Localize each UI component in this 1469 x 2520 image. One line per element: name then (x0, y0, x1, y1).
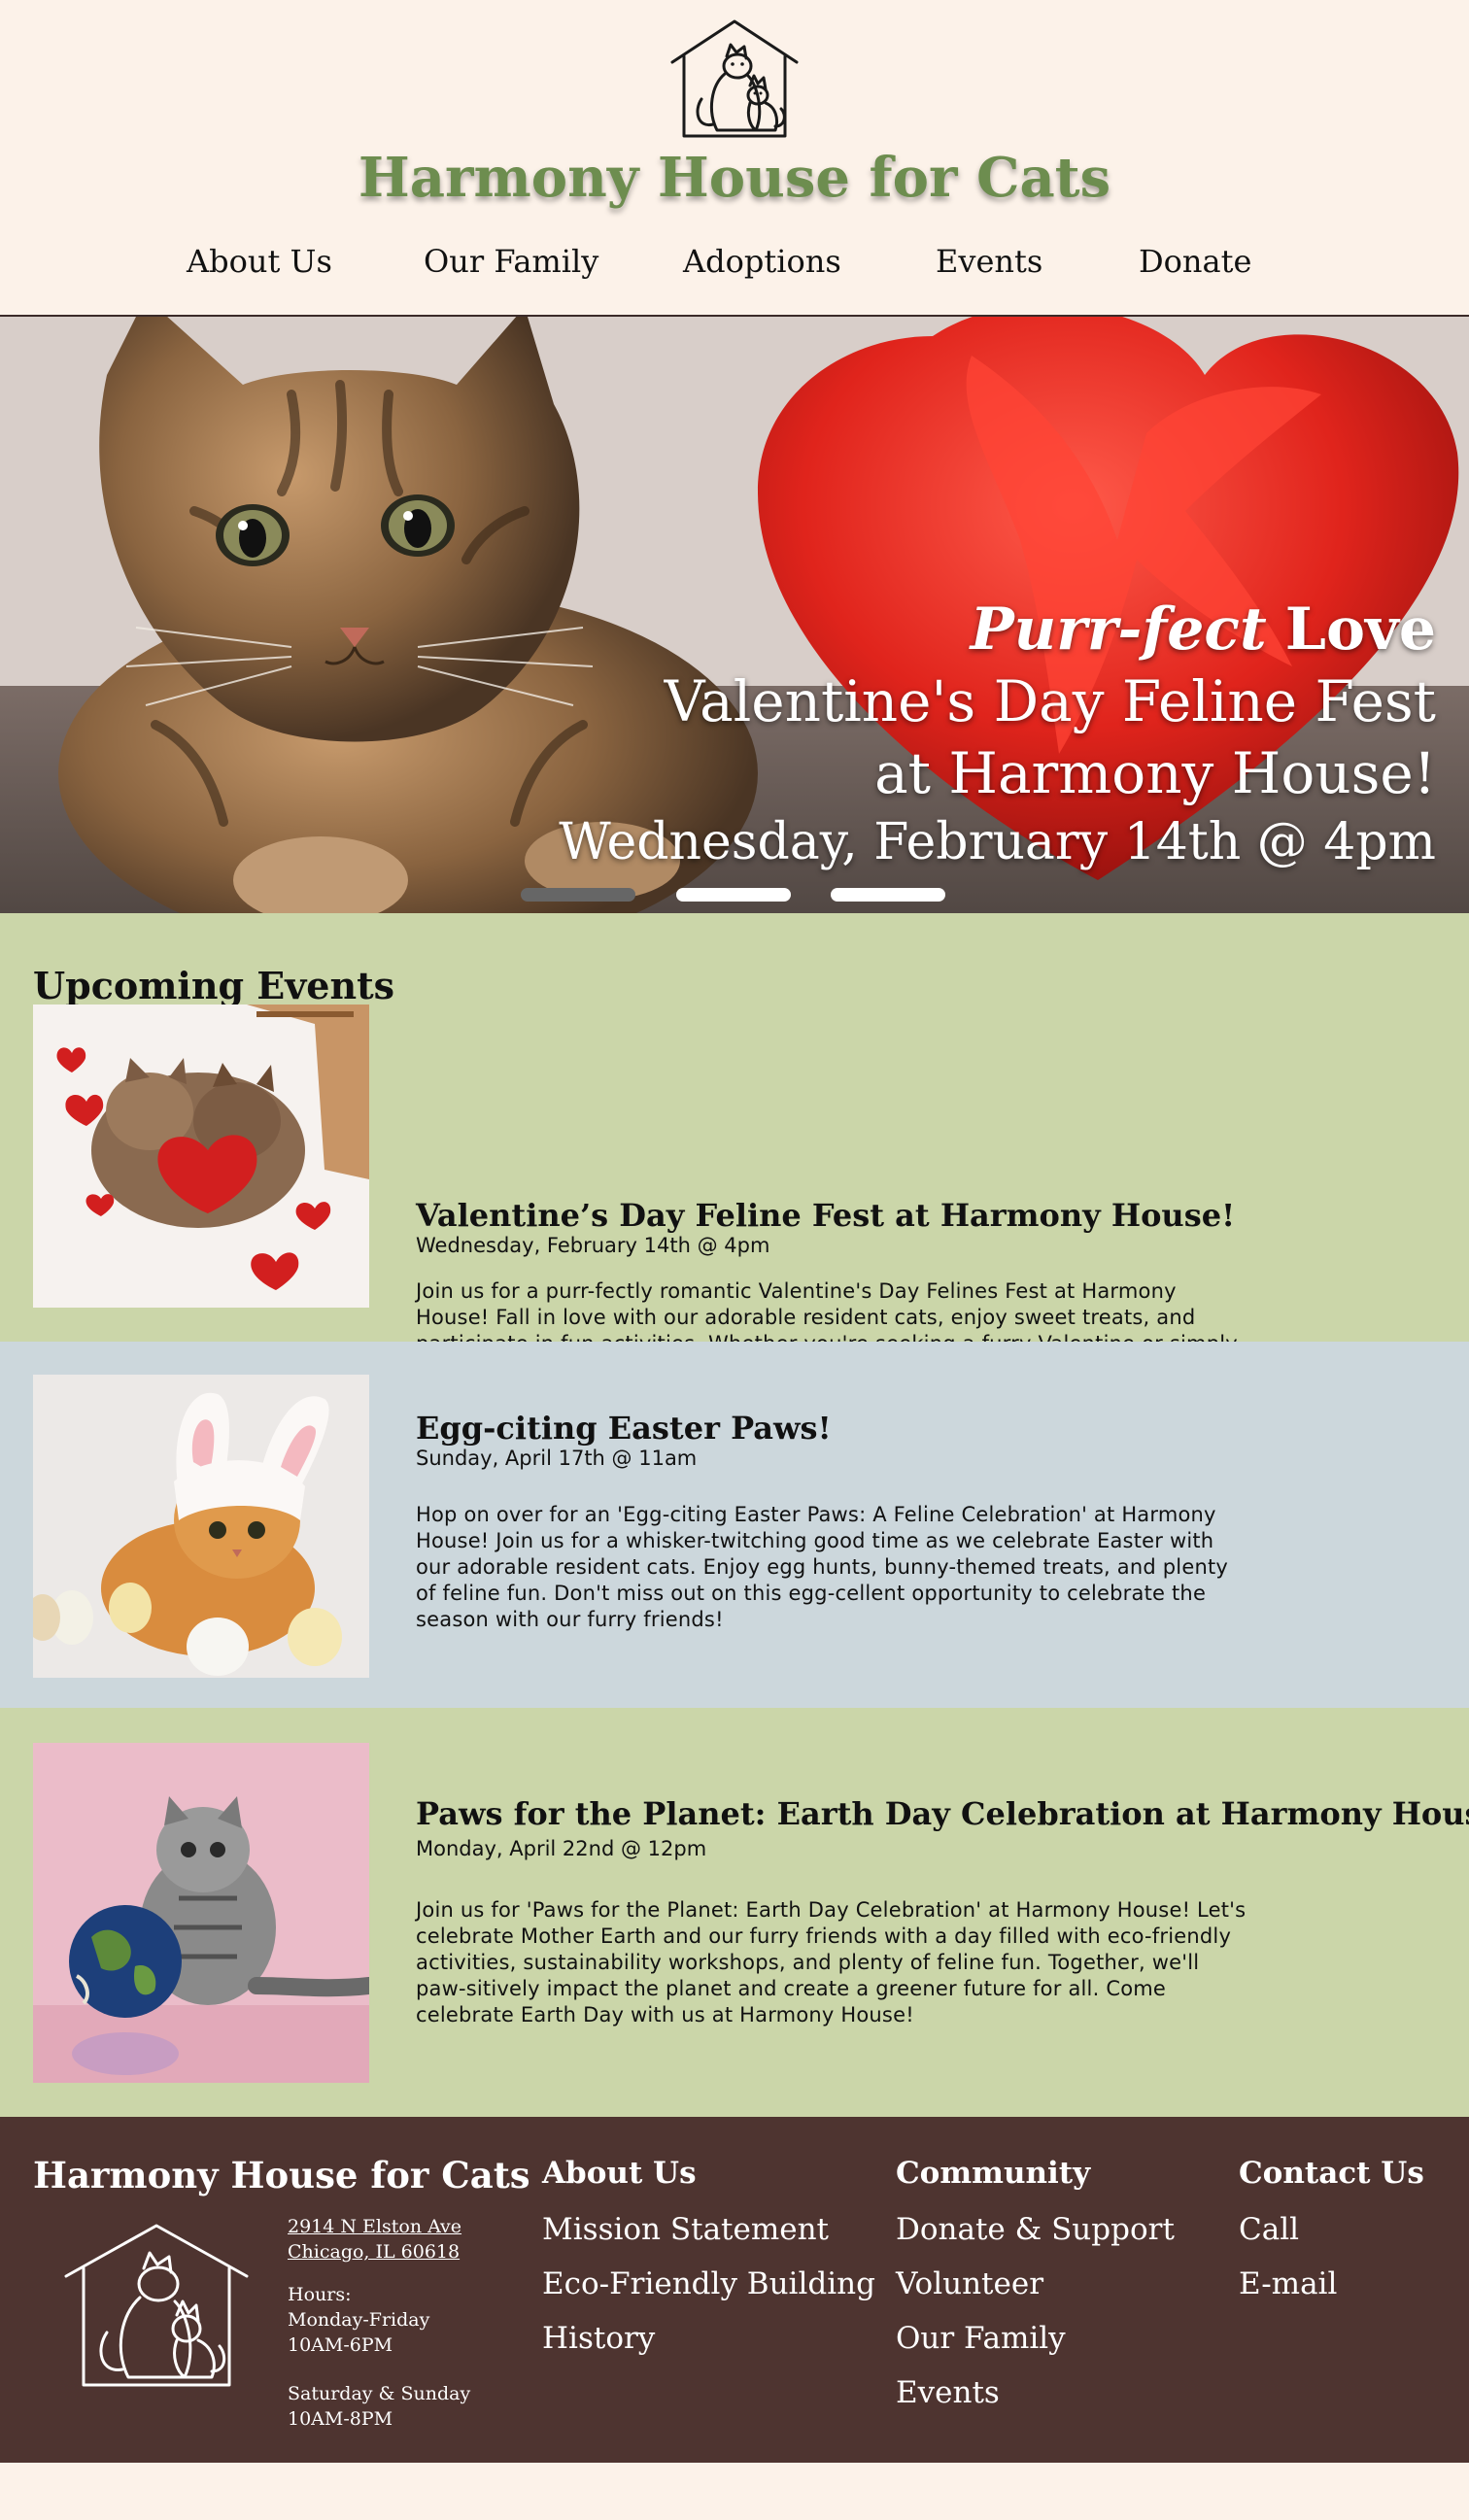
nav-about-us[interactable]: About Us (187, 243, 332, 280)
footer-link-call[interactable]: Call (1239, 2202, 1424, 2257)
event-title[interactable]: Paws for the Planet: Earth Day Celebrati… (416, 1795, 1469, 1832)
hours-weekend-days: Saturday & Sunday (288, 2383, 471, 2404)
footer-address-link-city[interactable]: Chicago, IL 60618 (288, 2241, 460, 2263)
hero-banner: Purr-fect Love Valentine's Day Feline Fe… (0, 317, 1469, 913)
footer-cat-house-logo-icon (62, 2222, 251, 2395)
footer-contact-column: Contact Us Call E-mail (1239, 2156, 1424, 2311)
event-date: Wednesday, February 14th @ 4pm (416, 1234, 770, 1257)
footer-address-link-street[interactable]: 2914 N Elston Ave (288, 2216, 461, 2237)
event-image-valentine (33, 1005, 369, 1308)
site-header: Harmony House for Cats About Us Our Fami… (0, 0, 1469, 317)
nav-events[interactable]: Events (936, 243, 1042, 280)
hours-weekend-time: 10AM-8PM (288, 2408, 393, 2430)
footer-link-eco-building[interactable]: Eco-Friendly Building (542, 2257, 875, 2311)
hero-headline: Purr-fect Love (559, 594, 1436, 665)
event-date: Sunday, April 17th @ 11am (416, 1447, 698, 1470)
hours-weekday-days: Monday-Friday (288, 2309, 430, 2331)
carousel-dot-2[interactable] (676, 888, 791, 902)
site-title[interactable]: Harmony House for Cats (0, 146, 1469, 210)
footer-link-email[interactable]: E-mail (1239, 2257, 1424, 2311)
event-card[interactable]: Paws for the Planet: Earth Day Celebrati… (0, 1708, 1469, 2117)
event-title[interactable]: Egg-citing Easter Paws! (416, 1410, 832, 1447)
event-title[interactable]: Valentine’s Day Feline Fest at Harmony H… (416, 1197, 1235, 1234)
event-image-easter (33, 1375, 369, 1678)
carousel-dot-1[interactable] (521, 888, 635, 902)
hours-label: Hours: (288, 2284, 352, 2305)
cat-house-logo-icon[interactable] (668, 17, 801, 140)
footer-link-mission[interactable]: Mission Statement (542, 2202, 875, 2257)
site-footer: Harmony House for Cats 2914 N Elston Ave… (0, 2117, 1469, 2463)
event-card[interactable]: Valentine’s Day Feline Fest at Harmony H… (0, 1005, 1469, 1408)
footer-community-column: Community Donate & Support Volunteer Our… (896, 2156, 1175, 2420)
nav-donate[interactable]: Donate (1139, 243, 1251, 280)
footer-about-heading[interactable]: About Us (542, 2156, 875, 2191)
footer-link-donate[interactable]: Donate & Support (896, 2202, 1175, 2257)
footer-link-history[interactable]: History (542, 2311, 875, 2366)
footer-community-heading[interactable]: Community (896, 2156, 1175, 2191)
hero-caption: Purr-fect Love Valentine's Day Feline Fe… (559, 594, 1436, 875)
footer-link-events[interactable]: Events (896, 2366, 1175, 2420)
footer-address: 2914 N Elston Ave Chicago, IL 60618 (288, 2214, 461, 2265)
event-description: Join us for 'Paws for the Planet: Earth … (416, 1898, 1247, 2026)
footer-link-our-family[interactable]: Our Family (896, 2311, 1175, 2366)
hero-event-location: at Harmony House! (874, 740, 1436, 806)
carousel-dot-3[interactable] (831, 888, 945, 902)
hero-headline-bold: Love (1284, 596, 1436, 664)
nav-adoptions[interactable]: Adoptions (683, 243, 841, 280)
events-section: Upcoming Events Valentine’s Day Feline F… (0, 913, 1469, 2117)
event-description: Hop on over for an 'Egg-citing Easter Pa… (416, 1503, 1229, 1631)
footer-link-volunteer[interactable]: Volunteer (896, 2257, 1175, 2311)
event-card[interactable]: Egg-citing Easter Paws! Sunday, April 17… (0, 1342, 1469, 1708)
hero-headline-italic: Purr-fect (970, 596, 1267, 664)
hero-event-date: Wednesday, February 14th @ 4pm (559, 813, 1436, 871)
event-date: Monday, April 22nd @ 12pm (416, 1837, 707, 1860)
hero-event-name: Valentine's Day Feline Fest (664, 668, 1436, 734)
footer-hours: Hours: Monday-Friday 10AM-6PM Saturday &… (288, 2282, 470, 2432)
event-image-earth-day (33, 1743, 369, 2083)
hours-weekday-time: 10AM-6PM (288, 2334, 393, 2356)
footer-contact-heading[interactable]: Contact Us (1239, 2156, 1424, 2191)
main-nav: About Us Our Family Adoptions Events Don… (0, 243, 1469, 286)
footer-brand[interactable]: Harmony House for Cats (33, 2154, 530, 2196)
nav-our-family[interactable]: Our Family (424, 243, 598, 280)
events-heading: Upcoming Events (33, 964, 395, 1007)
footer-about-column: About Us Mission Statement Eco-Friendly … (542, 2156, 875, 2366)
